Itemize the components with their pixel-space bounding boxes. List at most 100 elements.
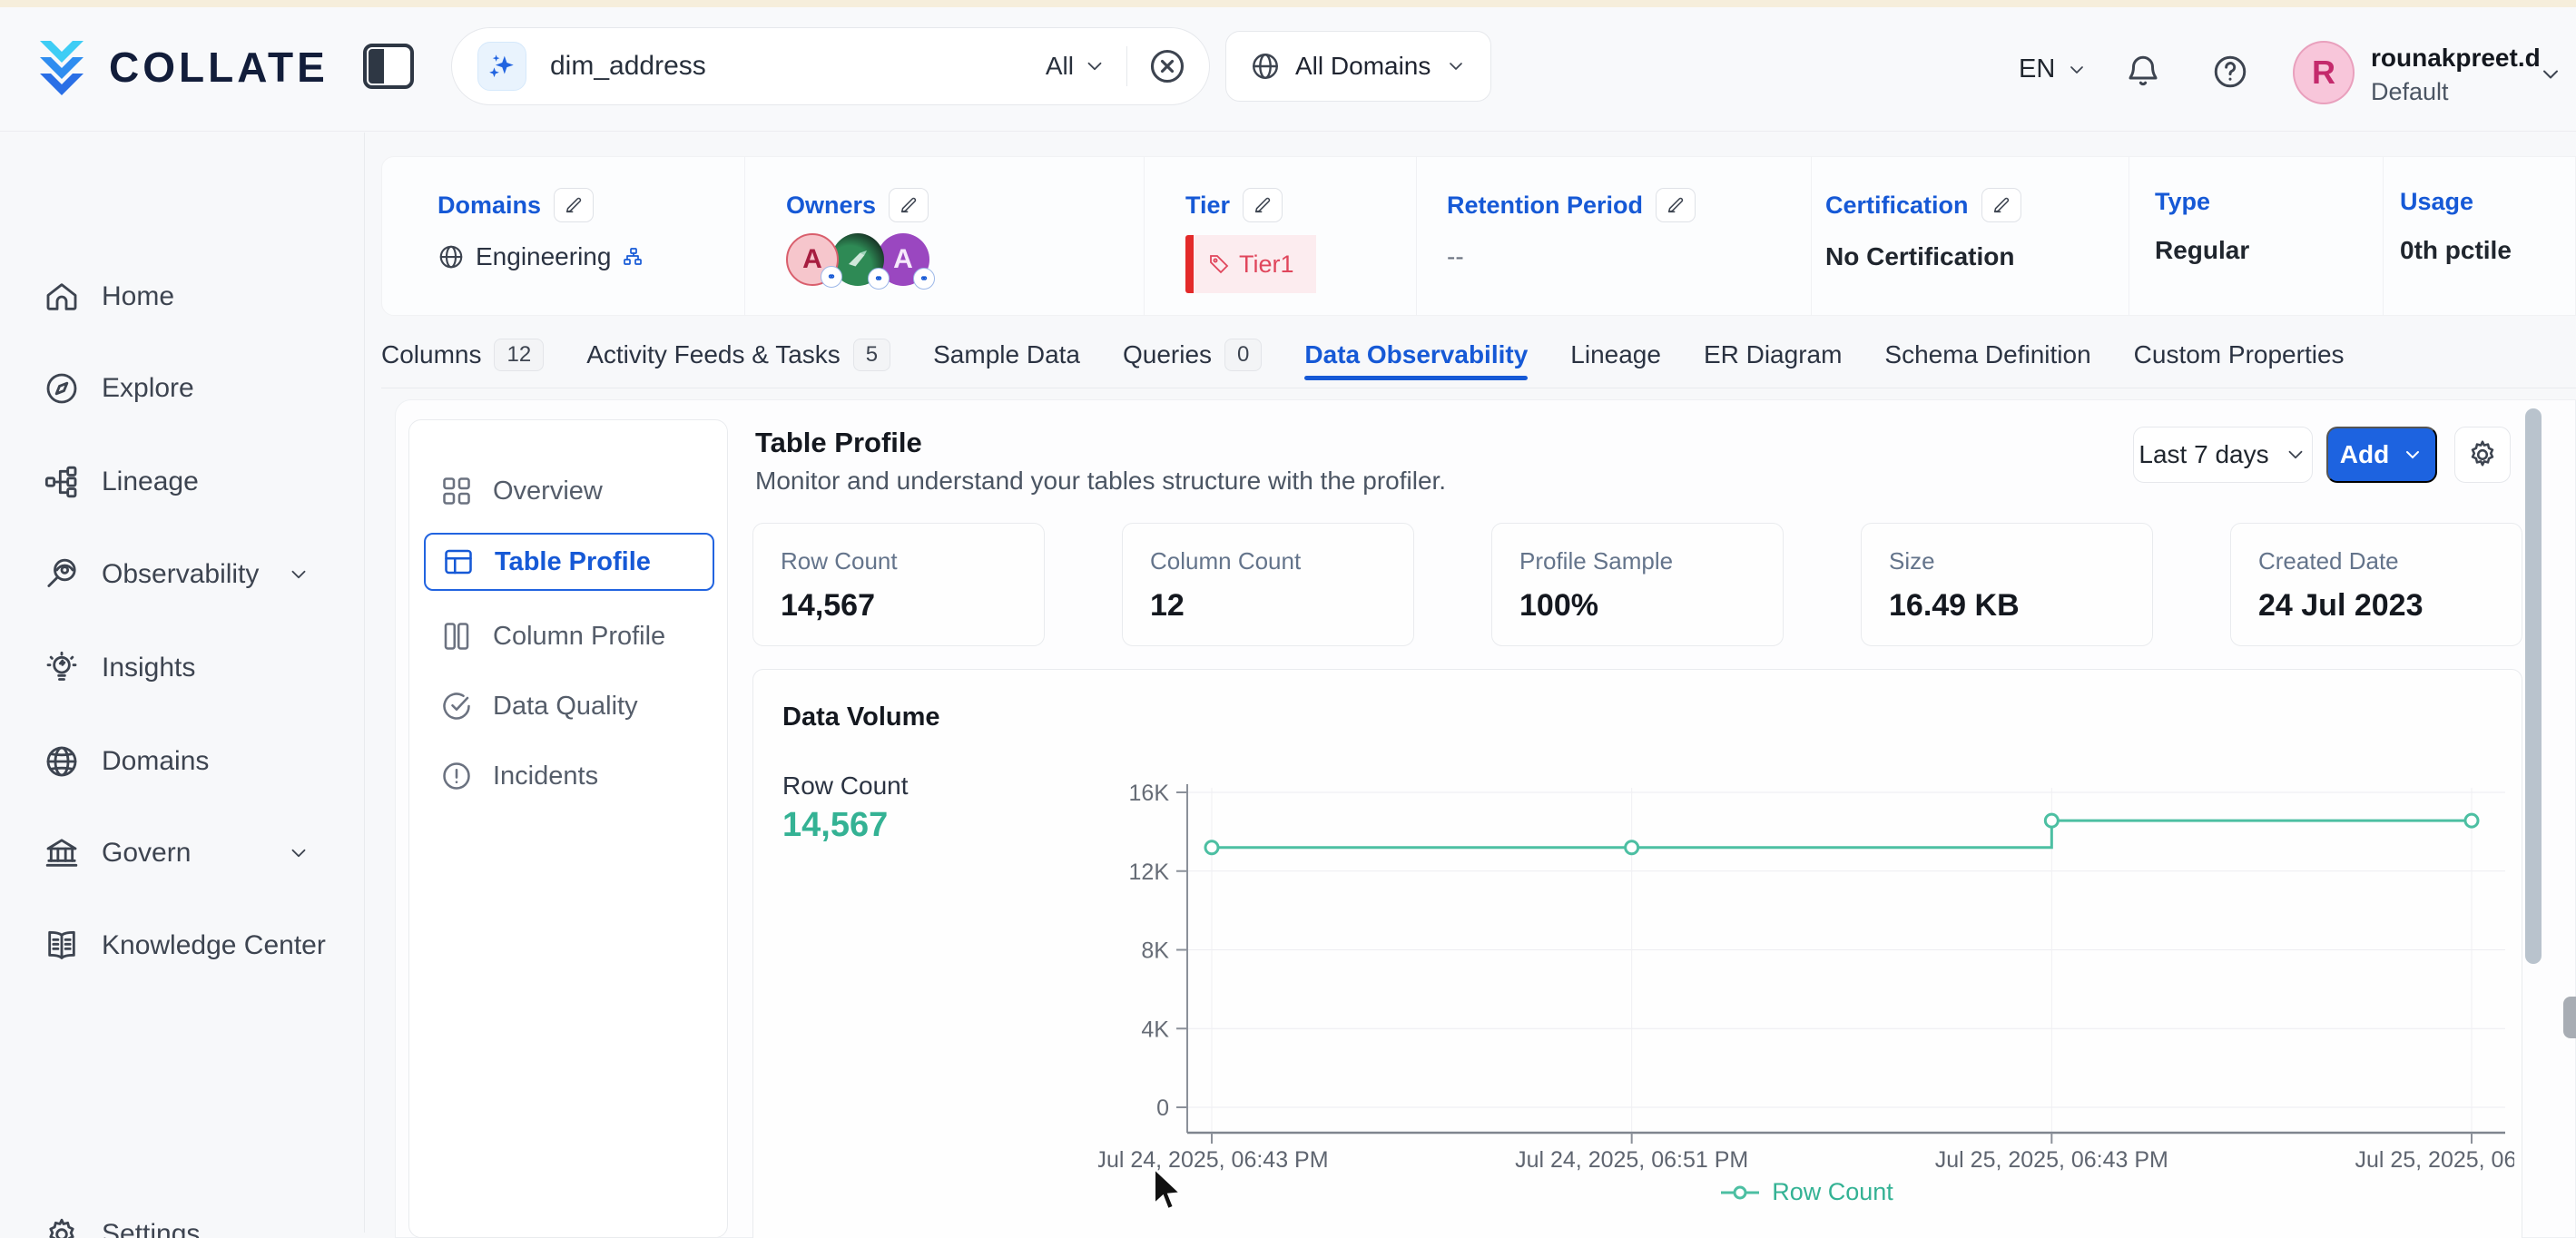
user-menu-chevron-icon[interactable]: [2538, 62, 2563, 87]
observability-icon: [44, 556, 80, 593]
tab-schema-definition[interactable]: Schema Definition: [1884, 322, 2090, 388]
language-selector[interactable]: EN: [2019, 54, 2088, 84]
edit-owners-button[interactable]: [889, 188, 929, 222]
entity-field-type: Type Regular: [2129, 157, 2384, 315]
tier-chip[interactable]: Tier1: [1185, 235, 1416, 293]
sidebar-item-knowledge-center[interactable]: Knowledge Center: [0, 914, 363, 978]
table-icon: [442, 545, 475, 578]
sidebar-item-observability[interactable]: Observability: [0, 543, 363, 606]
field-label: Domains: [438, 192, 541, 220]
data-volume-card: Data Volume Row Count 14,567 04K8K12K16K…: [752, 669, 2522, 1238]
subnav-label: Table Profile: [495, 547, 651, 577]
entity-field-tier: Tier Tier1: [1145, 157, 1417, 315]
tab-activity-feeds[interactable]: Activity Feeds & Tasks5: [586, 322, 890, 388]
stat-value: 12: [1150, 588, 1413, 624]
field-label: Usage: [2400, 188, 2473, 216]
insights-icon: [44, 650, 80, 686]
sidebar-item-label: Knowledge Center: [102, 930, 326, 961]
sidebar-item-label: Explore: [102, 373, 194, 404]
stat-card-created-date: Created Date 24 Jul 2023: [2230, 523, 2522, 646]
chart-legend[interactable]: Row Count: [1098, 1178, 2514, 1206]
subnav-item-table-profile[interactable]: Table Profile: [424, 533, 714, 591]
owner-avatar[interactable]: A⚭: [786, 233, 839, 286]
add-button[interactable]: Add: [2326, 427, 2437, 483]
collate-logo[interactable]: COLLATE: [33, 37, 329, 97]
sidebar: Home Explore Lineage Observability Insig…: [0, 133, 365, 1233]
edit-retention-button[interactable]: [1656, 188, 1696, 222]
tab-lineage[interactable]: Lineage: [1570, 322, 1661, 388]
sidebar-item-domains[interactable]: Domains: [0, 730, 363, 793]
user-avatar[interactable]: R: [2293, 41, 2355, 104]
pencil-icon: [564, 195, 584, 215]
sidebar-collapse-icon[interactable]: [363, 44, 414, 89]
globe-icon: [1250, 51, 1281, 82]
global-search-bar[interactable]: dim_address All: [451, 27, 1210, 105]
sidebar-item-home[interactable]: Home: [0, 265, 363, 329]
sidebar-item-lineage[interactable]: Lineage: [0, 450, 363, 514]
subnav-item-data-quality[interactable]: Data Quality: [424, 677, 714, 735]
book-icon: [44, 928, 80, 964]
tab-columns[interactable]: Columns12: [381, 322, 544, 388]
entity-field-retention: Retention Period --: [1417, 157, 1812, 315]
usage-value: 0th pctile: [2400, 236, 2572, 265]
sidebar-item-label: Lineage: [102, 467, 199, 497]
sidebar-item-label: Observability: [102, 559, 259, 590]
lineage-icon: [44, 464, 80, 500]
tab-data-observability[interactable]: Data Observability: [1304, 322, 1528, 388]
subnav-label: Incidents: [493, 761, 598, 791]
owners-avatar-group: A⚭ ⚭ A⚭: [786, 233, 1144, 286]
sidebar-item-govern[interactable]: Govern: [0, 821, 363, 885]
search-input[interactable]: dim_address: [550, 51, 706, 82]
collate-logo-icon: [33, 37, 91, 97]
team-badge-icon: ⚭: [821, 266, 842, 288]
stat-card-size: Size 16.49 KB: [1861, 523, 2153, 646]
globe-icon: [438, 243, 465, 270]
sidebar-item-explore[interactable]: Explore: [0, 357, 363, 420]
subnav-item-column-profile[interactable]: Column Profile: [424, 607, 714, 665]
field-label: Owners: [786, 192, 876, 220]
chevron-down-icon: [2066, 59, 2088, 81]
link-icon[interactable]: [622, 246, 644, 268]
tab-label: Lineage: [1570, 340, 1661, 369]
time-range-dropdown[interactable]: Last 7 days: [2133, 427, 2313, 483]
page-subtitle: Monitor and understand your tables struc…: [755, 467, 1446, 496]
legend-line-icon: [1719, 1184, 1761, 1201]
tab-count-badge: 5: [853, 339, 890, 371]
clear-search-icon[interactable]: [1147, 46, 1187, 86]
retention-value: --: [1447, 242, 1811, 271]
chevron-down-icon: [1083, 54, 1106, 78]
entity-field-owners: Owners A⚭ ⚭ A⚭: [745, 157, 1145, 315]
user-name: rounakpreet.d: [2371, 44, 2541, 73]
field-label: Retention Period: [1447, 192, 1643, 220]
team-badge-icon: ⚭: [868, 268, 890, 290]
row-count-line-chart[interactable]: 04K8K12K16KJul 24, 2025, 06:43 PMJul 24,…: [1098, 770, 2514, 1174]
stat-value: 100%: [1519, 588, 1783, 624]
tab-custom-properties[interactable]: Custom Properties: [2134, 322, 2345, 388]
all-domains-filter[interactable]: All Domains: [1225, 31, 1491, 102]
sidebar-item-insights[interactable]: Insights: [0, 636, 363, 700]
edit-tier-button[interactable]: [1243, 188, 1283, 222]
notifications-bell-icon[interactable]: [2124, 53, 2162, 91]
avatar-initial: R: [2312, 54, 2335, 92]
edit-domains-button[interactable]: [554, 188, 594, 222]
vertical-scrollbar[interactable]: [2525, 408, 2542, 964]
help-icon[interactable]: [2211, 53, 2249, 91]
search-scope-value: All: [1046, 52, 1074, 81]
field-label: Certification: [1825, 192, 1969, 220]
domain-value[interactable]: Engineering: [476, 242, 611, 271]
svg-text:Jul 25, 2025, 06:43 PM: Jul 25, 2025, 06:43 PM: [1935, 1147, 2168, 1173]
ai-sparkle-icon: [477, 42, 526, 91]
page-title: Table Profile: [755, 427, 922, 459]
profiler-settings-button[interactable]: [2454, 427, 2511, 483]
tab-er-diagram[interactable]: ER Diagram: [1704, 322, 1842, 388]
tab-queries[interactable]: Queries0: [1123, 322, 1262, 388]
stat-value: 14,567: [781, 588, 1044, 624]
tab-sample-data[interactable]: Sample Data: [933, 322, 1080, 388]
svg-text:Jul 24, 2025, 06:51 PM: Jul 24, 2025, 06:51 PM: [1515, 1147, 1748, 1173]
search-scope-dropdown[interactable]: All: [1046, 52, 1106, 81]
subnav-item-overview[interactable]: Overview: [424, 462, 714, 520]
sidebar-item-settings[interactable]: Settings: [0, 1203, 363, 1238]
edit-certification-button[interactable]: [1981, 188, 2021, 222]
stat-value: 16.49 KB: [1889, 588, 2152, 624]
subnav-item-incidents[interactable]: Incidents: [424, 747, 714, 805]
